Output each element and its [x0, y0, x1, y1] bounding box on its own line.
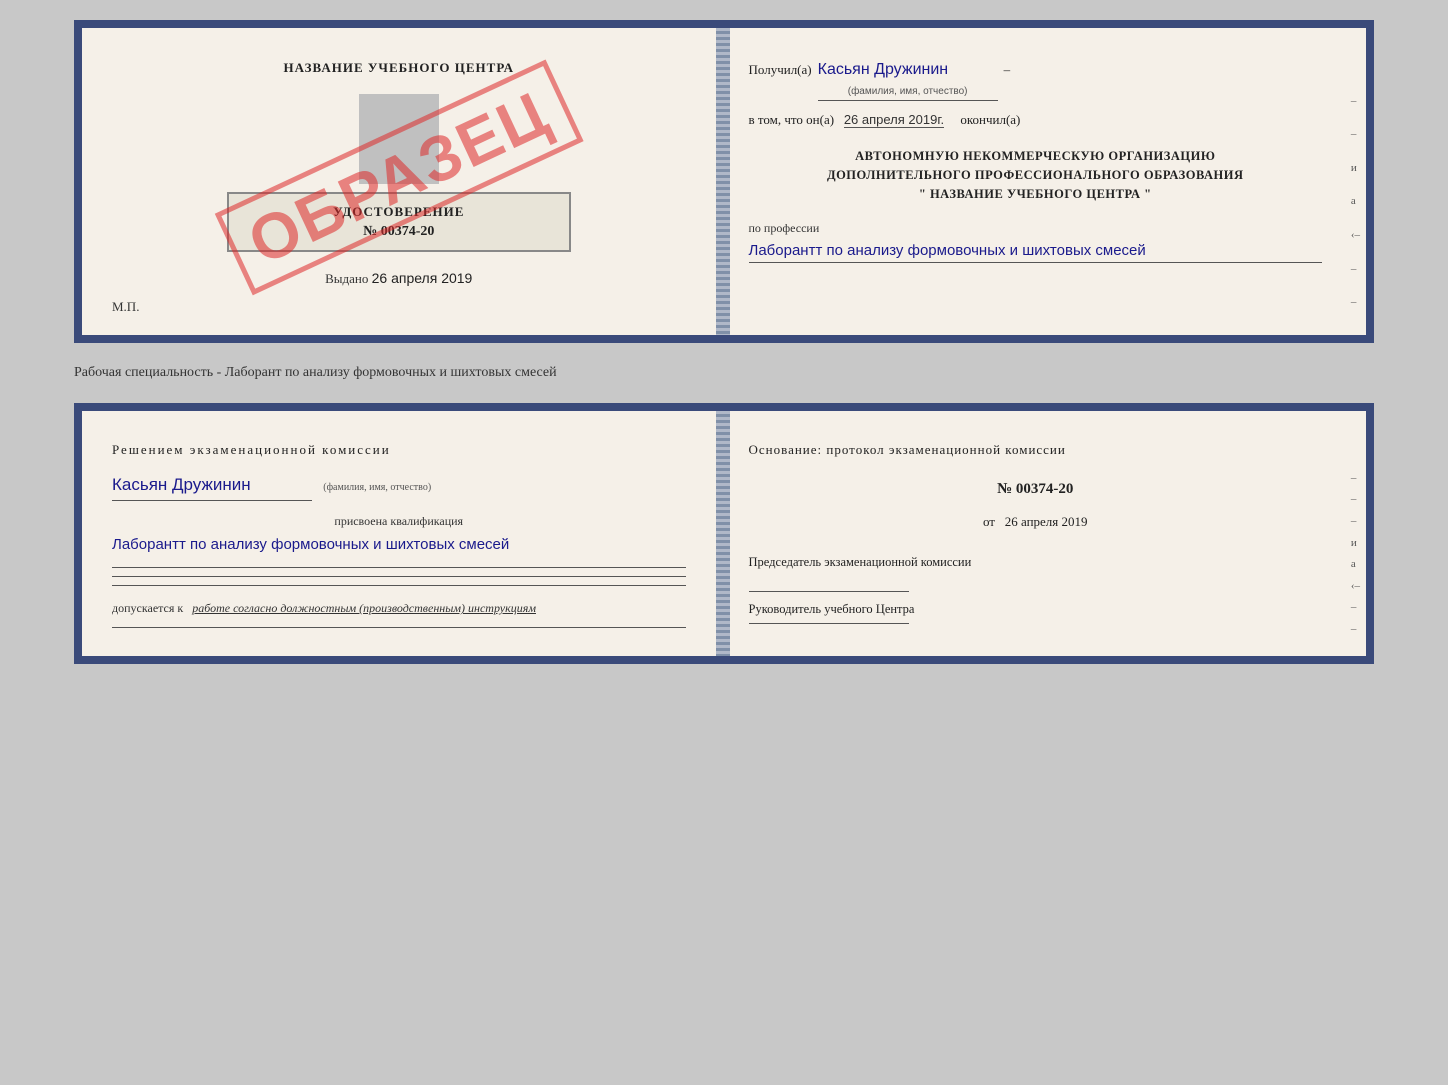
- org-line2: ДОПОЛНИТЕЛЬНОГО ПРОФЕССИОНАЛЬНОГО ОБРАЗО…: [749, 166, 1323, 185]
- bottom-document: Решением экзаменационной комиссии Касьян…: [74, 403, 1374, 664]
- protocol-number: № 00374-20: [749, 477, 1323, 503]
- dopuskaetsya-text: работе согласно должностным (производств…: [192, 601, 536, 615]
- photo-placeholder: [359, 94, 439, 184]
- bottom-left-content: Решением экзаменационной комиссии Касьян…: [112, 439, 686, 628]
- top-doc-left: НАЗВАНИЕ УЧЕБНОГО ЦЕНТРА УДОСТОВЕРЕНИЕ №…: [82, 28, 719, 335]
- osnovanie-title: Основание: протокол экзаменационной коми…: [749, 439, 1323, 461]
- line-1: [112, 567, 686, 568]
- right-margin-chars: – – и а ‹– – –: [1351, 88, 1360, 315]
- professiya: Лаборантт по анализу формовочных и шихто…: [749, 240, 1323, 264]
- udostoverenie-label: УДОСТОВЕРЕНИЕ: [243, 204, 555, 220]
- top-left-title: НАЗВАНИЕ УЧЕБНОГО ЦЕНТРА: [112, 60, 686, 76]
- vydano-prefix: Выдано: [325, 271, 368, 286]
- rukovoditel-signature-line: [749, 623, 909, 624]
- vtom-date: 26 апреля 2019г.: [844, 112, 944, 128]
- vydano-line: Выдано 26 апреля 2019: [112, 270, 686, 287]
- poluchil-prefix: Получил(а): [749, 59, 812, 81]
- dopuskaetsya-prefix: допускается к: [112, 601, 183, 615]
- resheniem-title: Решением экзаменационной комиссии: [112, 439, 686, 461]
- vtom-prefix: в том, что он(а): [749, 112, 835, 127]
- ot-label: от: [983, 514, 995, 529]
- predsedatel-signature-line: [749, 591, 909, 592]
- fio-hint: (фамилия, имя, отчество): [818, 83, 998, 100]
- line-3: [112, 585, 686, 586]
- udostoverenie-box: УДОСТОВЕРЕНИЕ № 00374-20: [227, 192, 571, 252]
- dopuskaetsya-line: допускается к работе согласно должностны…: [112, 598, 686, 618]
- top-right-content: Получил(а) Касьян Дружинин (фамилия, имя…: [749, 56, 1323, 263]
- prisvoena-label: присвоена квалификация: [112, 511, 686, 531]
- ot-date-val: 26 апреля 2019: [1005, 514, 1088, 529]
- org-line3: " НАЗВАНИЕ УЧЕБНОГО ЦЕНТРА ": [749, 185, 1323, 204]
- poluchil-name: Касьян Дружинин (фамилия, имя, отчество): [818, 56, 998, 101]
- vtom-line: в том, что он(а) 26 апреля 2019г. окончи…: [749, 109, 1323, 131]
- separator-text: Рабочая специальность - Лаборант по анал…: [74, 361, 1374, 385]
- top-doc-right: Получил(а) Касьян Дружинин (фамилия, имя…: [719, 28, 1367, 335]
- udostoverenie-number: № 00374-20: [243, 224, 555, 240]
- kashyan-name: Касьян Дружинин: [112, 471, 312, 501]
- kashyan-name-line: Касьян Дружинин (фамилия, имя, отчество): [112, 471, 686, 501]
- predsedatel-label: Председатель экзаменационной комиссии: [749, 553, 1323, 572]
- okончил-label: окончил(а): [960, 112, 1020, 127]
- bottom-doc-left: Решением экзаменационной комиссии Касьян…: [82, 411, 719, 656]
- rukovoditel-label: Руководитель учебного Центра: [749, 600, 1323, 619]
- poluchil-line: Получил(а) Касьян Дружинин (фамилия, имя…: [749, 56, 1323, 101]
- bottom-right-margin-chars: – – – и а ‹– – –: [1351, 471, 1360, 636]
- ot-date: от 26 апреля 2019: [749, 511, 1323, 533]
- line-2: [112, 576, 686, 577]
- bottom-doc-right: Основание: протокол экзаменационной коми…: [719, 411, 1367, 656]
- bottom-line: [112, 627, 686, 628]
- bottom-right-content: Основание: протокол экзаменационной коми…: [749, 439, 1323, 624]
- mp-label: М.П.: [112, 299, 686, 315]
- kvalifikatsiya: Лаборантт по анализу формовочных и шихто…: [112, 533, 686, 557]
- vydano-date: 26 апреля 2019: [372, 270, 473, 286]
- lines-block: [112, 567, 686, 586]
- top-document: НАЗВАНИЕ УЧЕБНОГО ЦЕНТРА УДОСТОВЕРЕНИЕ №…: [74, 20, 1374, 343]
- org-line1: АВТОНОМНУЮ НЕКОММЕРЧЕСКУЮ ОРГАНИЗАЦИЮ: [749, 147, 1323, 166]
- po-professii-label: по профессии: [749, 218, 1323, 238]
- org-block: АВТОНОМНУЮ НЕКОММЕРЧЕСКУЮ ОРГАНИЗАЦИЮ ДО…: [749, 147, 1323, 203]
- bottom-fio-hint: (фамилия, имя, отчество): [323, 482, 431, 493]
